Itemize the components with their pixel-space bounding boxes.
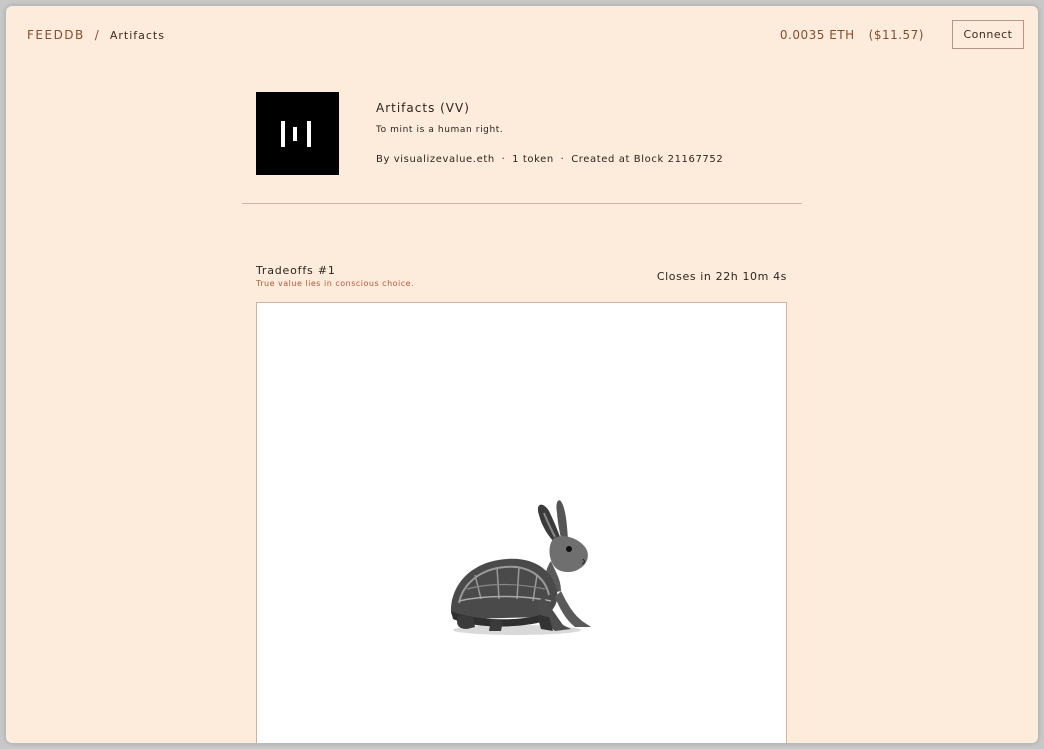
connect-button[interactable]: Connect [952,20,1024,49]
collection-author[interactable]: By visualizevalue.eth [376,154,495,165]
brand-link[interactable]: FEEDDB [27,28,85,42]
tortoise-rabbit-artwork [451,500,591,635]
collection-token-count: 1 token [512,154,554,165]
auction-countdown: Closes in 22h 10m 4s [656,270,787,283]
collection-title: Artifacts (VV) [376,101,470,115]
token-artwork[interactable] [256,302,787,743]
eth-price-display: 0.0035 ETH ($11.57) [780,28,924,42]
collection-description: To mint is a human right. [376,125,504,135]
section-divider [242,203,802,204]
collection-meta: By visualizevalue.eth · 1 token · Create… [376,154,723,165]
breadcrumb: FEEDDB / Artifacts [27,28,165,42]
usd-price: ($11.57) [868,28,924,42]
collection-created: Created at Block 21167752 [571,154,724,165]
meta-dot: · [560,154,565,165]
breadcrumb-separator: / [94,28,100,42]
breadcrumb-artifacts[interactable]: Artifacts [110,29,165,42]
meta-dot: · [501,154,506,165]
vv-logo-icon [256,92,339,175]
eth-price: 0.0035 ETH [779,28,855,42]
app-window: FEEDDB / Artifacts 0.0035 ETH ($11.57) Conn… [6,6,1038,743]
token-title[interactable]: Tradeoffs #1 [256,264,336,277]
token-subtitle: True value lies in conscious choice. [256,279,415,288]
